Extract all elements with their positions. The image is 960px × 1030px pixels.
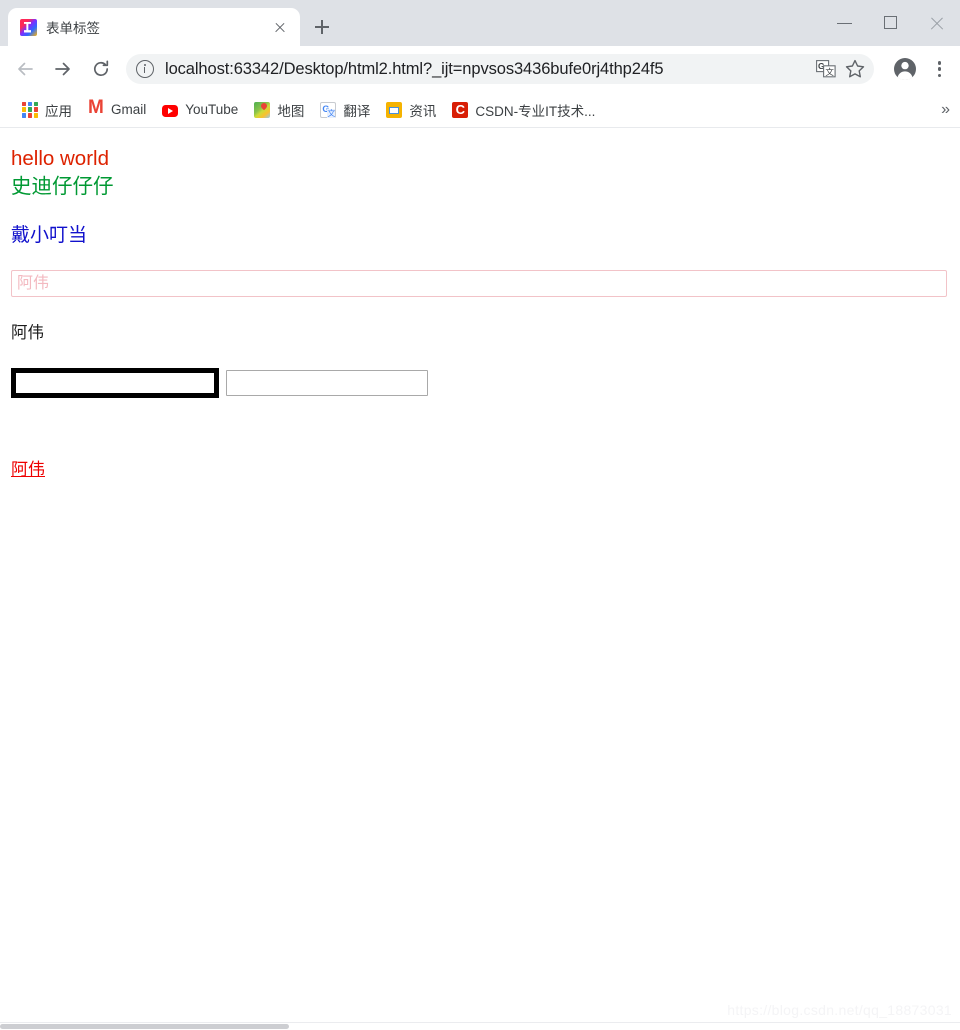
tab-title: 表单标签 xyxy=(46,21,100,36)
new-tab-button[interactable] xyxy=(308,13,336,41)
bookmark-label: CSDN-专业IT技术... xyxy=(475,103,596,119)
horizontal-scrollbar[interactable] xyxy=(0,1022,960,1030)
scrollbar-thumb[interactable] xyxy=(0,1024,289,1029)
url-text: localhost:63342/Desktop/html2.html?_ijt=… xyxy=(165,59,664,78)
page-content: hello world 史迪仔仔仔 戴小叮当 阿伟 阿伟 xyxy=(0,128,960,489)
thick-border-input[interactable] xyxy=(11,368,219,398)
watermark-text: https://blog.csdn.net/qq_18873031 xyxy=(727,1002,952,1018)
wide-text-input[interactable] xyxy=(11,270,947,297)
red-hyperlink[interactable]: 阿伟 xyxy=(11,458,45,481)
thin-border-input[interactable] xyxy=(226,370,428,396)
forward-arrow-icon[interactable] xyxy=(46,52,80,86)
minimize-icon[interactable] xyxy=(822,7,868,39)
bookmark-maps[interactable]: 地图 xyxy=(246,97,312,123)
gmail-icon xyxy=(88,98,104,118)
window-controls xyxy=(822,0,960,46)
plain-text-line: 阿伟 xyxy=(11,324,44,342)
browser-window: 表单标签 localhost:63342/Desktop/html2.html?… xyxy=(0,0,960,1030)
back-arrow-icon[interactable] xyxy=(8,52,42,86)
close-window-icon[interactable] xyxy=(914,7,960,39)
bookmark-youtube[interactable]: YouTube xyxy=(154,97,246,123)
bookmark-label: YouTube xyxy=(185,102,239,117)
bookmark-csdn[interactable]: CSDN-专业IT技术... xyxy=(444,97,603,123)
bookmark-apps[interactable]: 应用 xyxy=(14,97,80,123)
bookmark-translate[interactable]: 翻译 xyxy=(312,97,378,123)
reload-icon[interactable] xyxy=(84,52,118,86)
bookmarks-overflow-icon[interactable]: » xyxy=(941,101,950,118)
blue-text-line: 戴小叮当 xyxy=(11,225,88,246)
page-viewport: hello world 史迪仔仔仔 戴小叮当 阿伟 阿伟 https://blo… xyxy=(0,128,960,1030)
bookmark-gmail[interactable]: Gmail xyxy=(80,97,154,123)
heading-line-hello-world: hello world xyxy=(11,147,109,170)
maximize-icon[interactable] xyxy=(868,7,914,39)
profile-avatar-icon[interactable] xyxy=(888,52,922,86)
bookmark-news[interactable]: 资讯 xyxy=(378,97,444,123)
csdn-icon xyxy=(452,101,469,118)
apps-grid-icon xyxy=(22,101,38,118)
intellij-idea-icon xyxy=(20,18,37,36)
bookmark-label: Gmail xyxy=(111,102,147,117)
site-info-icon[interactable] xyxy=(136,60,154,78)
page-heading: hello world 史迪仔仔仔 xyxy=(11,145,952,201)
browser-tab[interactable]: 表单标签 xyxy=(8,8,300,46)
star-icon[interactable] xyxy=(844,58,866,80)
tab-strip: 表单标签 xyxy=(0,0,960,46)
news-icon xyxy=(386,101,403,118)
input-row xyxy=(11,368,952,398)
three-dot-menu-icon[interactable] xyxy=(924,52,954,86)
bookmark-label: 地图 xyxy=(277,103,305,119)
navigation-toolbar: localhost:63342/Desktop/html2.html?_ijt=… xyxy=(0,46,960,92)
address-bar[interactable]: localhost:63342/Desktop/html2.html?_ijt=… xyxy=(126,54,874,84)
bookmark-label: 应用 xyxy=(45,103,72,119)
close-icon[interactable] xyxy=(270,17,290,37)
translate-icon[interactable]: G 文 xyxy=(816,60,836,78)
heading-line-stitch: 史迪仔仔仔 xyxy=(11,175,114,198)
bookmarks-bar: 应用 Gmail YouTube 地图 翻译 资讯 CSDN-专业IT技术...… xyxy=(0,92,960,128)
maps-icon xyxy=(254,101,271,118)
bookmark-label: 资讯 xyxy=(409,103,437,119)
translate-icon xyxy=(320,101,337,118)
youtube-icon xyxy=(162,104,179,117)
bookmark-label: 翻译 xyxy=(343,103,371,119)
svg-text:文: 文 xyxy=(825,67,834,78)
